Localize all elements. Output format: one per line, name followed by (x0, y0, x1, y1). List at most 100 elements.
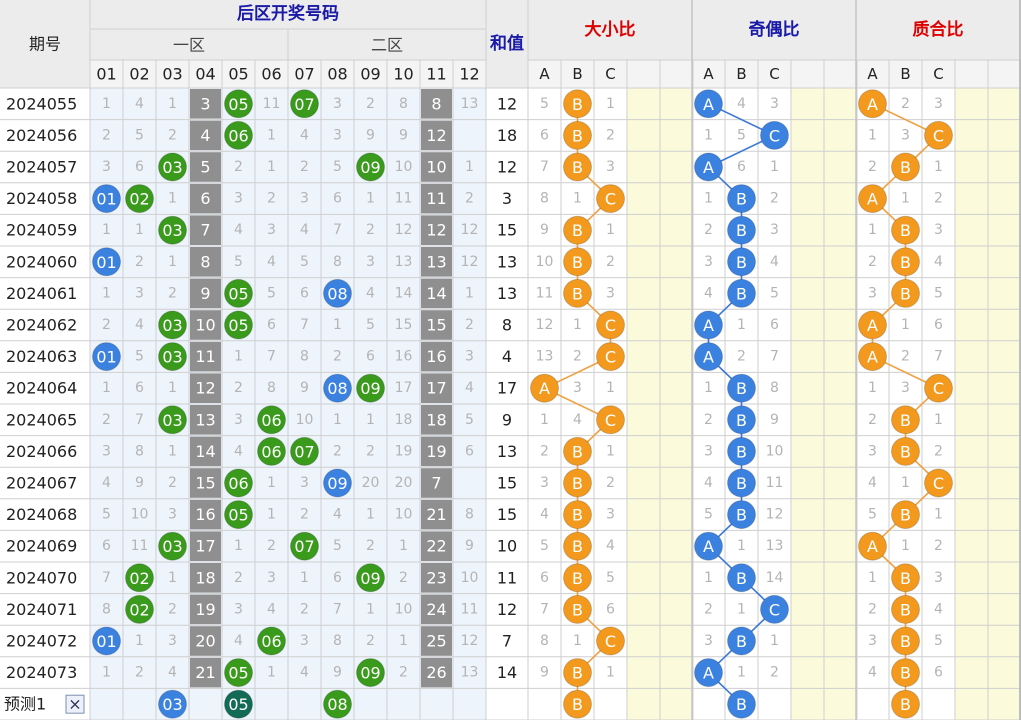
sum-value: 12 (497, 600, 517, 619)
sum-header: 和值 (490, 33, 524, 54)
number-ball-label: 05 (228, 284, 248, 303)
period-cell: 2024068 (6, 505, 77, 524)
number-column-header: 06 (261, 65, 281, 84)
prime-ratio-omit: 3 (868, 633, 877, 649)
parity-ratio-omit: 1 (704, 191, 713, 207)
parity-ratio-omit: 2 (704, 601, 713, 617)
omit-value: 5 (267, 285, 276, 301)
omit-value: 8 (135, 443, 144, 459)
size-ratio-omit: 6 (606, 601, 615, 617)
number-gray-value: 21 (195, 663, 215, 682)
period-cell: 2024060 (6, 252, 77, 271)
omit-value: 2 (366, 443, 375, 459)
size-ratio-ball-label: B (572, 158, 583, 177)
sum-value: 12 (497, 158, 517, 177)
omit-value: 1 (366, 412, 375, 428)
omit-value: 11 (461, 601, 479, 617)
number-ball-label: 08 (327, 284, 347, 303)
number-gray-value: 7 (200, 221, 210, 240)
number-gray-value: 10 (426, 158, 446, 177)
size-prediction-ball-label: B (572, 695, 583, 714)
omit-value: 5 (366, 317, 375, 333)
number-column-header: 07 (294, 65, 314, 84)
prime-ratio-omit: 3 (901, 380, 910, 396)
prime-ratio-ball-label: B (900, 253, 911, 272)
prime-ratio-omit: 2 (901, 96, 910, 112)
size-abc-header: C (605, 65, 615, 83)
omit-value: 6 (135, 380, 144, 396)
omit-value: 9 (465, 538, 474, 554)
parity-ratio-ball-label: B (736, 569, 747, 588)
prime-ratio-omit: 2 (868, 601, 877, 617)
parity-ratio-omit: 3 (704, 633, 713, 649)
omit-value: 1 (234, 349, 243, 365)
prediction-number-ball-label: 05 (228, 695, 248, 714)
sum-value: 11 (497, 568, 517, 587)
omit-value: 2 (135, 665, 144, 681)
sum-value: 18 (497, 126, 517, 145)
number-ball-label: 07 (294, 537, 314, 556)
omit-value: 12 (395, 222, 413, 238)
sum-value: 8 (502, 316, 512, 335)
prime-ratio-omit: 2 (901, 349, 910, 365)
prime-ratio-omit: 1 (901, 191, 910, 207)
omit-value: 5 (333, 538, 342, 554)
omit-value: 1 (135, 633, 144, 649)
prime-ratio-ball-label: A (867, 537, 878, 556)
sum-value: 17 (497, 379, 517, 398)
number-column-header: 12 (459, 65, 479, 84)
omit-value: 2 (234, 159, 243, 175)
omit-value: 2 (168, 285, 177, 301)
prime-ratio-ball-label: A (867, 95, 878, 114)
prime-ratio-omit: 6 (934, 317, 943, 333)
parity-ratio-omit: 1 (704, 127, 713, 143)
number-ball-label: 03 (162, 221, 182, 240)
omit-value: 7 (333, 222, 342, 238)
parity-ratio-ball-label: C (769, 600, 780, 619)
size-ratio-ball-label: C (605, 348, 616, 367)
size-ratio-ball-label: B (572, 95, 583, 114)
omit-value: 2 (168, 127, 177, 143)
prime-ratio-ball-label: B (900, 569, 911, 588)
prime-ratio-omit: 4 (934, 601, 943, 617)
sum-value: 12 (497, 94, 517, 113)
omit-value: 7 (300, 317, 309, 333)
omit-value: 1 (102, 665, 111, 681)
omit-value: 1 (168, 443, 177, 459)
prime-ratio-omit: 5 (868, 507, 877, 523)
prime-ratio-ball-label: B (900, 411, 911, 430)
omit-value: 7 (135, 412, 144, 428)
size-abc-header: B (572, 65, 582, 83)
size-ratio-ball-label: B (572, 442, 583, 461)
parity-ratio-omit: 2 (704, 412, 713, 428)
number-gray-value: 22 (426, 537, 446, 556)
period-cell: 2024058 (6, 189, 77, 208)
size-ratio-omit: 7 (540, 159, 549, 175)
parity-ratio-omit: 1 (737, 665, 746, 681)
prime-ratio-omit: 2 (868, 412, 877, 428)
omit-value: 1 (168, 570, 177, 586)
size-ratio-ball-label: B (572, 537, 583, 556)
omit-value: 1 (267, 665, 276, 681)
prime-ratio-omit: 3 (868, 443, 877, 459)
number-gray-value: 6 (200, 189, 210, 208)
parity-ratio-ball-label: B (736, 506, 747, 525)
parity-ratio-omit: 12 (766, 507, 784, 523)
number-gray-value: 12 (195, 379, 215, 398)
number-column-header: 10 (393, 65, 413, 84)
size-ratio-ball-label: A (539, 379, 550, 398)
prime-ratio-ball-label: C (933, 474, 944, 493)
number-column-header: 03 (162, 65, 182, 84)
omit-value: 3 (234, 191, 243, 207)
omit-value: 11 (131, 538, 149, 554)
omit-value: 2 (333, 443, 342, 459)
omit-value: 3 (135, 285, 144, 301)
prime-ratio-omit: 1 (868, 222, 877, 238)
parity-ratio-ball-label: B (736, 632, 747, 651)
omit-value: 3 (234, 412, 243, 428)
period-cell: 2024072 (6, 632, 77, 651)
prime-ratio-ball-label: B (900, 664, 911, 683)
number-ball-label: 09 (360, 664, 380, 683)
omit-value: 4 (168, 665, 177, 681)
period-cell: 2024069 (6, 537, 77, 556)
